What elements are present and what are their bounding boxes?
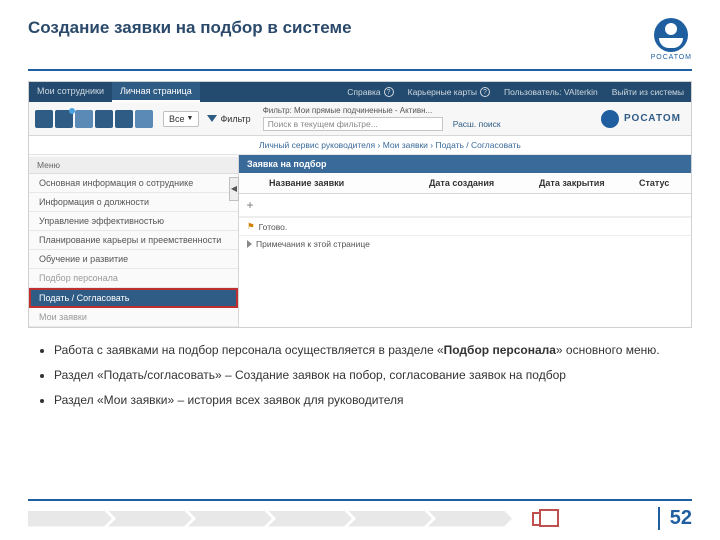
home-icon[interactable] [35,110,53,128]
advanced-search-link[interactable]: Расш. поиск [453,119,501,129]
help-icon: ? [384,87,394,97]
col-closed-date: Дата закрытия [531,173,631,193]
toolbar: Все ▼ Фильтр Фильтр: Мои прямые подчинен… [29,102,691,136]
all-button[interactable]: Все ▼ [163,111,199,127]
footer-divider [28,499,692,501]
sidebar-item-performance[interactable]: Управление эффективностью [29,212,238,231]
inbox-icon[interactable] [115,110,133,128]
logout-link[interactable]: Выйти из системы [605,82,691,102]
chevron-step [108,511,192,527]
sidebar: Меню Основная информация о сотруднике Ин… [29,155,239,327]
status-ready: ⚑Готово. [239,217,691,235]
chevron-step [348,511,432,527]
flag-icon: ⚑ [247,221,255,232]
chart-icon[interactable] [95,110,113,128]
section-header: Заявка на подбор [239,155,691,173]
approve-icon[interactable] [55,110,73,128]
page-number: 52 [658,507,692,530]
sidebar-item-submit-approve[interactable]: Подать / Согласовать [29,288,238,308]
help-icon: ? [480,87,490,97]
tab-personal-page[interactable]: Личная страница [112,82,200,102]
chevron-step [268,511,352,527]
page-notes-toggle[interactable]: Примечания к этой странице [239,235,691,252]
window-icon [532,512,548,526]
bullet-list: Работа с заявками на подбор персонала ос… [0,340,720,422]
logo-text: РОСАТОМ [651,54,692,61]
collapse-sidebar-icon[interactable]: ◀ [229,177,239,201]
doc-icon[interactable] [135,110,153,128]
logo-icon [601,110,619,128]
sidebar-item-my-requests[interactable]: Мои заявки [29,308,238,327]
col-created-date: Дата создания [421,173,531,193]
table-row: + [239,194,691,217]
col-request-name: Название заявки [261,173,421,193]
app-screenshot: Мои сотрудники Личная страница Справка ?… [28,81,692,328]
col-status: Статус [631,173,691,193]
sidebar-item-position-info[interactable]: Информация о должности [29,193,238,212]
list-icon[interactable] [75,110,93,128]
chevron-step [428,511,512,527]
footer-row: 52 [28,507,692,530]
top-nav: Мои сотрудники Личная страница Справка ?… [29,82,691,102]
search-input[interactable]: Поиск в текущем фильтре... [263,117,443,131]
bullet-3: Раздел «Мои заявки» – история всех заяво… [54,392,680,409]
header-divider [28,69,692,71]
chevron-step [28,511,112,527]
brand-text: РОСАТОМ [624,113,681,124]
add-row-button[interactable]: + [239,194,261,216]
brand-area: РОСАТОМ [601,110,691,128]
sidebar-item-training[interactable]: Обучение и развитие [29,250,238,269]
table-header: Название заявки Дата создания Дата закры… [239,173,691,194]
bullet-1: Работа с заявками на подбор персонала ос… [54,342,680,359]
help-link[interactable]: Справка ? [340,82,400,102]
sidebar-item-career-planning[interactable]: Планирование карьеры и преемственности [29,231,238,250]
breadcrumb: Личный сервис руководителя › Мои заявки … [29,136,691,155]
slide-title: Создание заявки на подбор в системе [28,18,352,38]
funnel-icon [207,115,217,122]
tab-my-employees[interactable]: Мои сотрудники [29,82,112,102]
menu-header: Меню [29,157,238,174]
main-content: Заявка на подбор Название заявки Дата со… [239,155,691,327]
filter-label: Фильтр: Мои прямые подчиненные - Активн.… [263,106,601,115]
filter-button[interactable]: Фильтр [203,112,254,126]
sidebar-item-recruitment[interactable]: Подбор персонала [29,269,238,288]
logo-icon [654,18,688,52]
user-label: Пользователь: VAIterkin [497,82,605,102]
bullet-2: Раздел «Подать/согласовать» – Создание з… [54,367,680,384]
career-maps-link[interactable]: Карьерные карты ? [401,82,497,102]
chevron-step [188,511,272,527]
triangle-icon [247,240,252,248]
rosatom-logo: РОСАТОМ [651,18,692,61]
sidebar-item-employee-info[interactable]: Основная информация о сотруднике [29,174,238,193]
